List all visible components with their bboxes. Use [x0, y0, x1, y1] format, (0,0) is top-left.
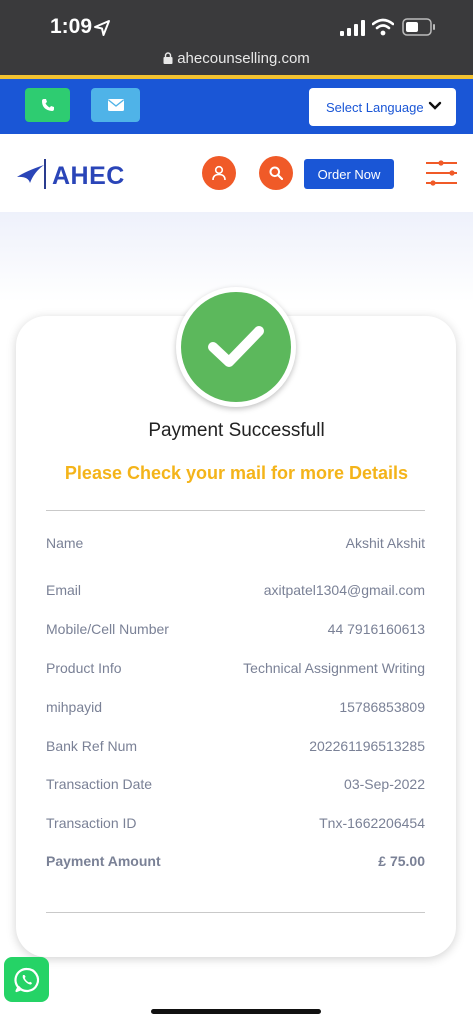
- lock-icon: [163, 52, 173, 64]
- detail-row-mobile: Mobile/Cell Number 44 7916160613: [46, 621, 425, 643]
- phone-icon: [41, 99, 54, 111]
- detail-label: Email: [46, 582, 82, 598]
- detail-label: Transaction Date: [46, 776, 153, 792]
- detail-value: £ 75.00: [378, 853, 425, 869]
- whatsapp-icon: [13, 967, 39, 992]
- status-time: 1:09: [50, 15, 93, 38]
- payment-message: Please Check your mail for more Details: [64, 463, 409, 483]
- signal-icon: [340, 20, 365, 36]
- whatsapp-button[interactable]: [4, 957, 49, 1002]
- chevron-down-icon: [428, 101, 442, 110]
- detail-value: 202261196513285: [309, 738, 425, 754]
- order-now-button[interactable]: Order Now: [304, 159, 394, 189]
- payment-status-title: Payment Successfull: [148, 420, 325, 441]
- language-select[interactable]: Select Language: [309, 88, 456, 126]
- detail-label: Mobile/Cell Number: [46, 621, 169, 637]
- logo-bird-icon: [17, 165, 44, 183]
- detail-value: axitpatel1304@gmail.com: [263, 582, 425, 598]
- detail-label: Transaction ID: [46, 815, 137, 831]
- wifi-icon: [372, 18, 394, 36]
- logo-divider: [44, 159, 46, 189]
- detail-row-email: Email axitpatel1304@gmail.com: [46, 582, 425, 604]
- battery-icon: [402, 18, 435, 36]
- detail-label: Bank Ref Num: [46, 738, 138, 754]
- detail-value: 44 7916160613: [327, 621, 425, 637]
- detail-label: Payment Amount: [46, 853, 161, 869]
- language-label: Select Language: [326, 99, 424, 115]
- mail-button[interactable]: [91, 88, 140, 122]
- detail-value: Akshit Akshit: [345, 535, 425, 551]
- detail-label: Name: [46, 535, 84, 551]
- account-button[interactable]: [202, 156, 236, 190]
- detail-row-amount: Payment Amount £ 75.00: [46, 853, 425, 875]
- search-icon: [269, 166, 283, 180]
- detail-value: Technical Assignment Writing: [243, 660, 425, 676]
- detail-row-transaction-id: Transaction ID Tnx-1662206454: [46, 815, 425, 837]
- address-bar[interactable]: ahecounselling.com: [0, 50, 473, 67]
- home-indicator: [151, 1009, 321, 1014]
- status-bar: 1:09 ahecounselling.com: [0, 0, 473, 75]
- detail-value: 15786853809: [339, 699, 425, 715]
- detail-row-date: Transaction Date 03-Sep-2022: [46, 776, 425, 798]
- detail-label: Product Info: [46, 660, 122, 676]
- detail-row-product: Product Info Technical Assignment Writin…: [46, 660, 425, 682]
- detail-value: Tnx-1662206454: [319, 815, 425, 831]
- detail-label: mihpayid: [46, 699, 103, 715]
- site-header: AHEC Order Now: [0, 134, 473, 212]
- url-text: ahecounselling.com: [177, 50, 310, 67]
- detail-value: 03-Sep-2022: [344, 776, 425, 792]
- filter-menu-icon[interactable]: [425, 160, 458, 186]
- divider-bottom: [46, 912, 425, 913]
- detail-row-name: Name Akshit Akshit: [46, 535, 425, 557]
- checkmark-icon: [208, 326, 264, 367]
- divider-top: [46, 510, 425, 511]
- contact-bar: Select Language: [0, 79, 473, 134]
- search-button[interactable]: [259, 156, 293, 190]
- detail-row-mihpayid: mihpayid 15786853809: [46, 699, 425, 721]
- logo-text[interactable]: AHEC: [52, 162, 125, 191]
- detail-row-bank-ref: Bank Ref Num 202261196513285: [46, 738, 425, 760]
- success-badge: [176, 287, 296, 407]
- mail-icon: [107, 99, 124, 111]
- user-icon: [212, 165, 226, 181]
- location-arrow-icon: [94, 20, 110, 36]
- phone-button[interactable]: [25, 88, 70, 122]
